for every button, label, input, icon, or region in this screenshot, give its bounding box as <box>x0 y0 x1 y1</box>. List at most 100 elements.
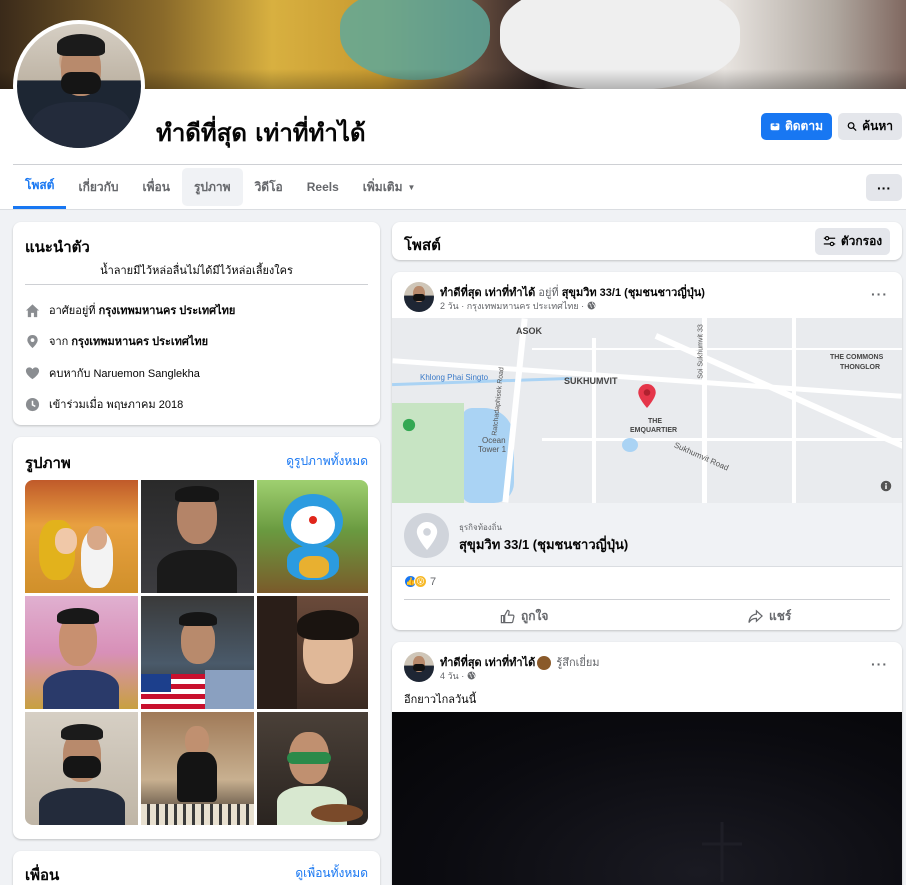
info-joined: เข้าร่วมเมื่อ พฤษภาคม 2018 <box>25 395 183 413</box>
avatar-mask <box>413 664 425 671</box>
post-options-button[interactable]: ··· <box>871 656 888 672</box>
share-label: แชร์ <box>769 609 792 623</box>
map-label: ASOK <box>516 326 543 336</box>
post-author-name[interactable]: ทำดีที่สุด เท่าที่ทำได้ <box>440 657 535 669</box>
tree-icon <box>402 418 416 432</box>
tab-label: วิดีโอ <box>254 179 283 194</box>
map-label: Khlong Phai Singto <box>420 373 489 382</box>
intro-bio: น้ำลายมีไว้หล่อลื่นไม่ได้มีไว้หล่อเลี้ยง… <box>100 265 293 277</box>
share-button[interactable]: แชร์ <box>748 607 791 626</box>
map-label: EMQUARTIER <box>630 427 678 434</box>
chevron-down-icon: ▼ <box>407 182 416 192</box>
post-author-avatar[interactable] <box>404 282 434 312</box>
tab-posts[interactable]: โพสต์ <box>13 165 67 209</box>
post-meta: 4 วัน · <box>440 669 476 683</box>
post-photo[interactable] <box>392 712 902 885</box>
tab-label: เพิ่มเติม <box>362 179 403 194</box>
photo-grid <box>25 480 368 825</box>
post-options-button[interactable]: ··· <box>871 286 888 302</box>
map-label: Ocean <box>482 436 506 445</box>
post-location-link[interactable]: สุขุมวิท 33/1 (ชุมชนชาวญี่ปุ่น) <box>562 287 705 299</box>
post-author-name[interactable]: ทำดีที่สุด เท่าที่ทำได้ <box>440 287 535 299</box>
tab-friends[interactable]: เพื่อน <box>131 165 182 209</box>
thumbs-up-icon <box>500 609 515 624</box>
map-road <box>532 348 902 350</box>
like-button[interactable]: ถูกใจ <box>500 607 548 626</box>
photo-thumbnail[interactable] <box>141 480 254 593</box>
clock-icon <box>25 397 40 412</box>
follow-icon <box>770 122 780 131</box>
more-options-button[interactable]: ··· <box>866 174 902 201</box>
map-pond <box>622 438 638 452</box>
photo-thumbnail[interactable] <box>257 712 368 825</box>
info-from: จาก กรุงเทพมหานคร ประเทศไทย <box>25 332 208 350</box>
tab-about[interactable]: เกี่ยวกับ <box>66 165 130 209</box>
filter-label: ตัวกรอง <box>840 234 883 248</box>
profile-name: ทำดีที่สุด เท่าที่ทำได้ <box>156 119 366 147</box>
place-category: ธุรกิจท้องถิ่น <box>459 523 503 532</box>
photo-thumbnail[interactable] <box>141 712 254 825</box>
tab-reels[interactable]: Reels <box>295 165 351 209</box>
intro-title: แนะนำตัว <box>25 239 90 256</box>
location-map[interactable]: ASOK SUKHUMVIT Khlong Phai Singto THE CO… <box>392 318 902 503</box>
photo-thumbnail[interactable] <box>257 480 368 593</box>
photo-thumbnail[interactable] <box>25 712 138 825</box>
photo-thumbnail[interactable] <box>25 596 138 709</box>
map-label: THE <box>648 418 662 425</box>
avatar-mask <box>61 72 101 94</box>
see-all-photos-link[interactable]: ดูรูปภาพทั้งหมด <box>286 452 368 471</box>
avatar-shirt <box>31 102 131 148</box>
feeling-emoji-icon <box>537 656 552 671</box>
search-label: ค้นหา <box>862 119 893 133</box>
more-dots-icon: ··· <box>871 286 888 302</box>
photo-thumbnail[interactable] <box>25 480 138 593</box>
info-icon <box>880 480 892 492</box>
intro-card: แนะนำตัว น้ำลายมีไว้หล่อลื่นไม่ได้มีไว้ห… <box>13 222 380 425</box>
tab-label: เพื่อน <box>142 179 170 194</box>
home-icon <box>25 303 40 318</box>
avatar-mask <box>413 294 425 301</box>
search-icon <box>847 122 857 132</box>
follow-button[interactable]: ติดตาม <box>761 113 832 140</box>
share-arrow-icon <box>748 609 763 623</box>
map-road <box>542 438 902 441</box>
map-pin-icon <box>638 384 656 408</box>
filter-button[interactable]: ตัวกรอง <box>815 228 890 255</box>
photo-thumbnail[interactable] <box>257 596 368 709</box>
like-label: ถูกใจ <box>521 609 549 623</box>
tab-videos[interactable]: วิดีโอ <box>243 165 295 209</box>
map-road <box>502 318 528 503</box>
info-relationship-text: คบหากับ Naruemon Sanglekha <box>49 368 200 380</box>
profile-tabs: โพสต์ เกี่ยวกับ เพื่อน รูปภาพ วิดีโอ Ree… <box>13 165 427 209</box>
avatar-hair <box>57 34 105 56</box>
tab-label: เกี่ยวกับ <box>78 179 119 194</box>
info-from-link[interactable]: กรุงเทพมหานคร ประเทศไทย <box>71 336 208 348</box>
profile-avatar[interactable] <box>13 20 145 152</box>
post-time[interactable]: 2 วัน · กรุงเทพมหานคร ประเทศไทย · <box>440 299 584 313</box>
tab-more[interactable]: เพิ่มเติม ▼ <box>351 165 428 209</box>
location-pin-icon <box>404 513 449 558</box>
map-label: Tower 1 <box>478 445 507 454</box>
friends-title: เพื่อน <box>25 867 60 884</box>
photos-card: รูปภาพ ดูรูปภาพทั้งหมด <box>13 437 380 839</box>
reactions-summary[interactable]: 👍 😮 7 <box>404 575 436 588</box>
location-pin-icon <box>25 334 40 349</box>
post-author-avatar[interactable] <box>404 652 434 682</box>
info-lives-link[interactable]: กรุงเทพมหานคร ประเทศไทย <box>99 305 236 317</box>
place-name[interactable]: สุขุมวิท 33/1 (ชุมชนชาวญี่ปุ่น) <box>459 534 628 555</box>
info-prefix: อาศัยอยู่ที่ <box>49 305 96 317</box>
heart-icon <box>25 366 40 381</box>
tab-photos[interactable]: รูปภาพ <box>181 168 243 206</box>
more-dots-icon: ··· <box>877 179 891 196</box>
tab-label: Reels <box>306 180 339 194</box>
tab-label: รูปภาพ <box>193 179 231 194</box>
place-info[interactable]: ธุรกิจท้องถิ่น สุขุมวิท 33/1 (ชุมชนชาวญี… <box>392 503 902 567</box>
post-at-text: อยู่ที่ <box>538 287 559 299</box>
map-label: THONGLOR <box>840 364 881 371</box>
intro-divider <box>25 284 368 285</box>
post-card: ทำดีที่สุด เท่าที่ทำได้ รู้สึกเยี่ยม 4 ว… <box>392 642 902 885</box>
see-all-friends-link[interactable]: ดูเพื่อนทั้งหมด <box>295 864 368 883</box>
photo-thumbnail[interactable] <box>141 596 254 709</box>
post-time[interactable]: 4 วัน · <box>440 669 464 683</box>
search-button[interactable]: ค้นหา <box>838 113 902 140</box>
